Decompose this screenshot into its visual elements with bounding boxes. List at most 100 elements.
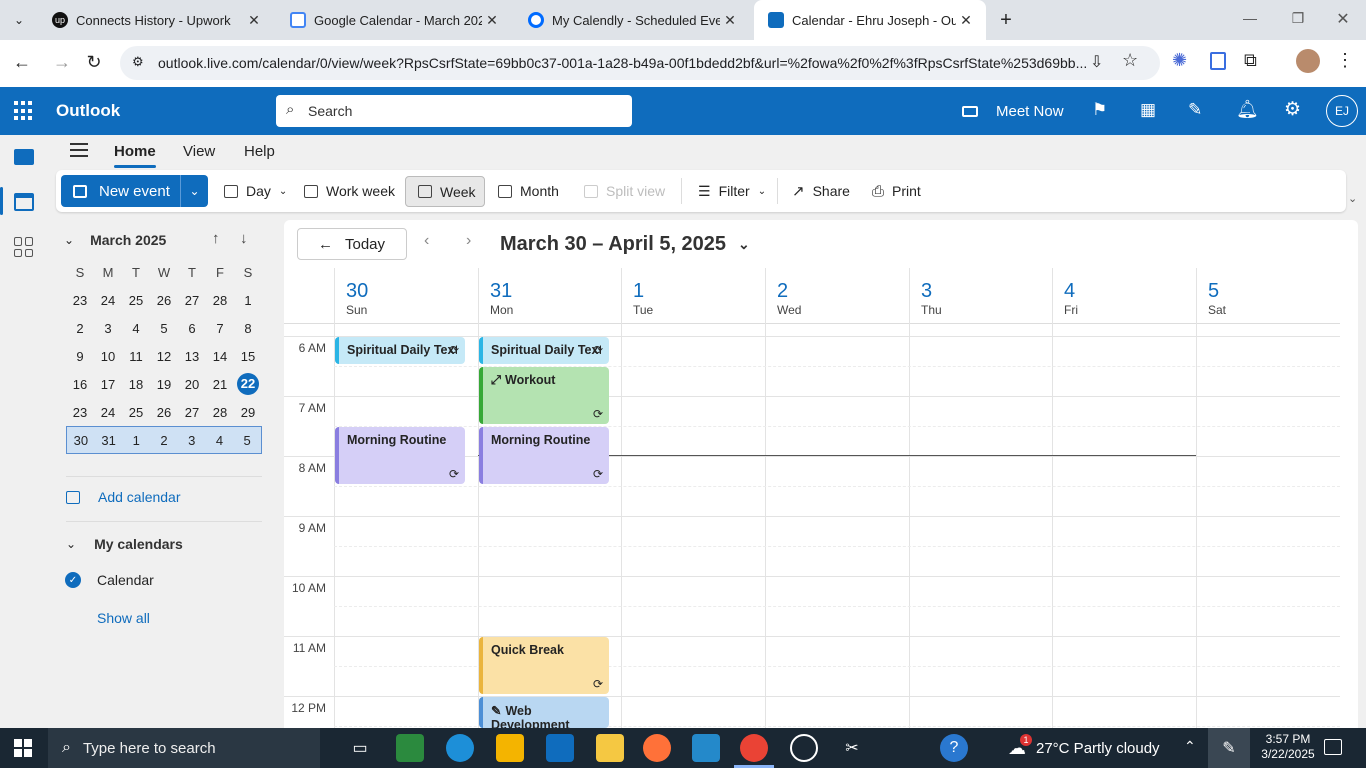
mini-calendar-day[interactable]: 13 — [178, 349, 206, 364]
extensions-puzzle-icon[interactable]: ⧉ — [1244, 50, 1257, 71]
calendar-toggle[interactable]: ✓ Calendar — [56, 562, 272, 598]
mini-calendar-day[interactable]: 11 — [122, 349, 150, 364]
mini-calendar-day[interactable]: 15 — [234, 349, 262, 364]
install-app-icon[interactable]: ⇩ — [1090, 52, 1103, 72]
mini-calendar-day[interactable]: 25 — [122, 293, 150, 308]
office-apps-icon[interactable]: ▦ — [1140, 100, 1156, 120]
hamburger-menu-icon[interactable] — [70, 143, 88, 157]
tab-search-button[interactable]: ⌄ — [8, 10, 30, 30]
mini-calendar-day[interactable]: 7 — [206, 321, 234, 336]
file-explorer-icon[interactable] — [596, 734, 624, 762]
mini-calendar-day[interactable]: 24 — [94, 405, 122, 420]
tab-help[interactable]: Help — [244, 143, 275, 160]
filter-button[interactable]: ☰ Filter ⌄ — [698, 170, 766, 212]
mini-calendar-day[interactable]: 12 — [150, 349, 178, 364]
chatgpt-icon[interactable] — [790, 734, 818, 762]
new-tab-button[interactable]: + — [994, 8, 1018, 32]
teams-icon[interactable]: ⚑ — [1092, 100, 1107, 120]
taskbar-search-box[interactable]: ⌕ Type here to search — [48, 728, 320, 768]
calendar-event[interactable]: ✎ Web Development — [479, 697, 609, 728]
mini-calendar-day[interactable]: 14 — [206, 349, 234, 364]
search-input[interactable]: ⌕ Search — [276, 95, 632, 127]
back-icon[interactable]: ← — [10, 52, 34, 73]
tab-calendly[interactable]: My Calendly - Scheduled Events ✕ — [514, 0, 750, 40]
mini-calendar-day[interactable]: 2 — [66, 321, 94, 336]
firefox-icon[interactable] — [643, 734, 671, 762]
day-header[interactable]: 3 Thu — [909, 268, 1053, 324]
notifications-bell-icon[interactable]: 🔔︎ — [1236, 99, 1259, 120]
meet-now-button[interactable]: Meet Now — [962, 99, 1064, 123]
mini-calendar-day[interactable]: 28 — [206, 405, 234, 420]
forward-icon[interactable]: → — [50, 52, 74, 73]
mini-calendar-day[interactable]: 23 — [66, 405, 94, 420]
collapse-chevron-icon[interactable]: ⌄ — [64, 233, 74, 247]
pen-icon[interactable]: ✎ — [1208, 728, 1250, 768]
menu-kebab-icon[interactable]: ⋮ — [1336, 50, 1354, 71]
calendar-icon[interactable] — [14, 193, 34, 211]
mini-calendar-day[interactable]: 22 — [237, 373, 259, 395]
day-header[interactable]: 1 Tue — [621, 268, 765, 324]
mini-month-label[interactable]: March 2025 — [90, 232, 166, 248]
close-window-button[interactable]: ✕ — [1333, 9, 1353, 29]
restore-button[interactable]: ❐ — [1288, 10, 1308, 27]
mini-calendar-day[interactable]: 29 — [234, 405, 262, 420]
url-field[interactable]: ⚙ outlook.live.com/calendar/0/view/week?… — [120, 46, 1160, 80]
mini-calendar-day[interactable]: 20 — [178, 377, 206, 392]
day-view-button[interactable]: Day ⌄ — [224, 170, 287, 212]
week-view-button[interactable]: Week — [405, 176, 485, 207]
work-week-view-button[interactable]: Work week — [304, 170, 395, 212]
mini-calendar-day[interactable]: 3 — [94, 321, 122, 336]
split-view-button[interactable]: Split view — [584, 170, 665, 212]
mini-calendar-day[interactable]: 6 — [178, 321, 206, 336]
share-button[interactable]: ↗ Share — [792, 170, 850, 212]
mini-calendar-day[interactable]: 26 — [150, 293, 178, 308]
prev-week-chevron-icon[interactable]: ‹ — [424, 232, 429, 250]
minimize-button[interactable]: — — [1240, 10, 1260, 26]
close-icon[interactable]: ✕ — [482, 12, 502, 29]
task-view-icon[interactable]: ▭ — [346, 734, 374, 762]
help-icon[interactable]: ? — [940, 734, 968, 762]
app-icon[interactable] — [396, 734, 424, 762]
mini-calendar-day[interactable]: 17 — [94, 377, 122, 392]
add-calendar-button[interactable]: Add calendar — [56, 479, 272, 515]
mini-calendar-day[interactable]: 21 — [206, 377, 234, 392]
close-icon[interactable]: ✕ — [244, 12, 264, 29]
bookmark-star-icon[interactable]: ☆ — [1122, 50, 1138, 71]
outlook-app-icon[interactable] — [546, 734, 574, 762]
mini-calendar-day[interactable]: 5 — [233, 433, 261, 448]
calendar-event[interactable]: Morning Routine ⟳ — [479, 427, 609, 484]
settings-gear-icon[interactable]: ⚙ — [1284, 98, 1301, 121]
weather-widget[interactable]: ☁ 1 27°C Partly cloudy — [1008, 728, 1160, 768]
tab-google-calendar[interactable]: Google Calendar - March 2025 ✕ — [276, 0, 512, 40]
mini-calendar-day[interactable]: 10 — [94, 349, 122, 364]
mini-calendar-day[interactable]: 2 — [150, 433, 178, 448]
extension-icon[interactable]: ✺ — [1172, 50, 1187, 71]
more-apps-icon[interactable] — [14, 237, 34, 257]
mini-calendar-day[interactable]: 27 — [178, 405, 206, 420]
calendar-event[interactable]: ⤢ Workout ⟳ — [479, 367, 609, 424]
mini-calendar-day[interactable]: 28 — [206, 293, 234, 308]
mini-calendar-day[interactable]: 18 — [122, 377, 150, 392]
vscode-icon[interactable] — [692, 734, 720, 762]
ribbon-collapse-icon[interactable]: ⌄ — [1348, 192, 1357, 205]
next-week-chevron-icon[interactable]: › — [466, 232, 471, 250]
day-header[interactable]: 30 Sun — [334, 268, 478, 324]
site-info-icon[interactable]: ⚙ — [132, 54, 144, 70]
mini-calendar-day[interactable]: 1 — [122, 433, 150, 448]
next-month-arrow-icon[interactable]: ↓ — [240, 230, 248, 247]
tab-home[interactable]: Home — [114, 143, 156, 168]
profile-avatar[interactable] — [1296, 49, 1320, 73]
prev-month-arrow-icon[interactable]: ↑ — [212, 230, 220, 247]
mini-calendar-day[interactable]: 4 — [122, 321, 150, 336]
my-calendars-group[interactable]: ⌄ My calendars — [56, 526, 272, 562]
calendar-event[interactable]: Spiritual Daily Text ⟳ — [335, 337, 465, 364]
mail-icon[interactable] — [14, 149, 34, 165]
mini-calendar-day[interactable]: 3 — [178, 433, 206, 448]
mini-calendar-day[interactable]: 31 — [95, 433, 123, 448]
notifications-icon[interactable] — [1324, 739, 1342, 755]
mini-calendar-day[interactable]: 1 — [234, 293, 262, 308]
tab-outlook-calendar[interactable]: Calendar - Ehru Joseph - Outlook ✕ — [754, 0, 986, 40]
clock[interactable]: 3:57 PM 3/22/2025 — [1258, 732, 1318, 762]
mini-calendar-day[interactable]: 26 — [150, 405, 178, 420]
app-title[interactable]: Outlook — [56, 101, 120, 121]
